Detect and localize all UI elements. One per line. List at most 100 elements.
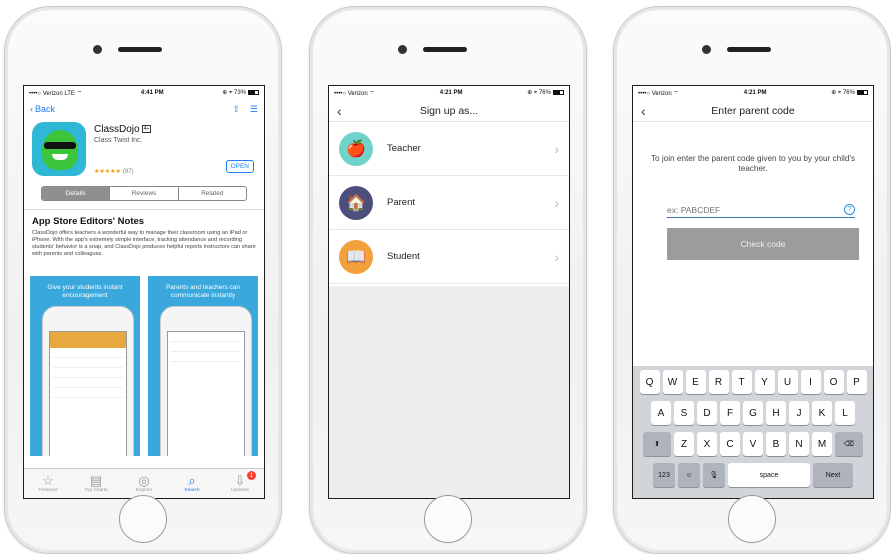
status-bar: ••••○ Verizon ⌔ 4:21 PM ⊕ ⌖ 76% — [329, 86, 569, 100]
emoji-key[interactable]: ☺ — [678, 463, 700, 487]
role-student[interactable]: 📖 Student › — [329, 230, 569, 284]
tab-explore[interactable]: ◎ Explore — [120, 469, 168, 498]
key[interactable]: H — [766, 401, 786, 425]
earpiece-speaker — [727, 47, 771, 52]
parent-code-input[interactable] — [667, 204, 827, 215]
status-bar: ••••○ Verizon ⌔ 4:21 PM ⊕ ⌖ 76% — [633, 86, 873, 100]
key[interactable]: F — [720, 401, 740, 425]
role-teacher[interactable]: 🍎 Teacher › — [329, 122, 569, 176]
detail-segmented-control: Details Reviews Related — [41, 186, 247, 201]
tab-reviews[interactable]: Reviews — [110, 187, 179, 200]
app-store-nav: ‹ Back ⇧ ☰ — [24, 100, 264, 118]
role-label: Teacher — [387, 143, 421, 154]
screenshot-caption: Give your students instant encouragement — [47, 284, 123, 299]
apple-icon: 🍎 — [339, 131, 373, 166]
key[interactable]: E — [685, 370, 706, 394]
screenshot-1[interactable]: Give your students instant encouragement — [30, 276, 140, 456]
key[interactable]: B — [766, 432, 786, 456]
compass-icon: ◎ — [138, 473, 150, 488]
key[interactable]: P — [846, 370, 867, 394]
status-time: 4:41 PM — [140, 90, 164, 96]
chevron-right-icon: › — [554, 194, 559, 211]
earpiece-speaker — [118, 47, 162, 52]
phone-parent-code: ••••○ Verizon ⌔ 4:21 PM ⊕ ⌖ 76% ‹ Enter … — [613, 6, 891, 554]
earpiece-speaker — [423, 47, 467, 52]
front-camera — [93, 45, 102, 54]
chevron-right-icon: › — [554, 248, 559, 265]
star-icon: ☆ — [42, 473, 54, 488]
key[interactable]: C — [720, 432, 740, 456]
key[interactable]: L — [835, 401, 855, 425]
key[interactable]: G — [743, 401, 763, 425]
parent-code-instructions: To join enter the parent code given to y… — [650, 154, 856, 173]
delete-key[interactable]: ⌫ — [835, 432, 863, 456]
tab-search[interactable]: ⌕ Search — [168, 469, 216, 498]
back-button[interactable]: ‹ Back — [30, 104, 55, 114]
key[interactable]: O — [823, 370, 844, 394]
screenshot-2[interactable]: Parents and teachers can communicate ins… — [148, 276, 258, 456]
numbers-key[interactable]: 123 — [653, 463, 675, 487]
back-chevron-icon[interactable]: ‹ — [337, 103, 342, 119]
key[interactable]: S — [674, 401, 694, 425]
key[interactable]: X — [697, 432, 717, 456]
editors-notes-title: App Store Editors' Notes — [32, 216, 145, 227]
key[interactable]: J — [789, 401, 809, 425]
microphone-key[interactable]: 🎙 — [703, 463, 725, 487]
phone-sign-up: ••••○ Verizon ⌔ 4:21 PM ⊕ ⌖ 76% ‹ Sign u… — [309, 6, 587, 554]
page-title: Enter parent code — [711, 104, 795, 117]
tab-top-charts[interactable]: ▤ Top Charts — [72, 469, 120, 498]
front-camera — [398, 45, 407, 54]
parent-code-screen: ••••○ Verizon ⌔ 4:21 PM ⊕ ⌖ 76% ‹ Enter … — [632, 85, 874, 499]
help-icon[interactable]: ? — [844, 204, 855, 215]
next-key[interactable]: Next — [813, 463, 853, 487]
home-button[interactable] — [424, 495, 472, 543]
key[interactable]: Z — [674, 432, 694, 456]
book-icon: 📖 — [339, 239, 373, 274]
key[interactable]: U — [777, 370, 798, 394]
role-label: Parent — [387, 197, 415, 208]
tab-updates[interactable]: ⇩ Updates 1 — [216, 469, 264, 498]
key[interactable]: Q — [639, 370, 660, 394]
status-time: 4:21 PM — [743, 90, 767, 96]
app-developer: Class Twist Inc. — [94, 137, 143, 144]
key[interactable]: M — [812, 432, 832, 456]
status-carrier: ••••○ Verizon ⌔ — [638, 91, 680, 97]
page-title: Sign up as... — [419, 104, 479, 117]
tab-related[interactable]: Related — [179, 187, 246, 200]
key[interactable]: V — [743, 432, 763, 456]
key[interactable]: R — [708, 370, 729, 394]
front-camera — [702, 45, 711, 54]
back-chevron-icon[interactable]: ‹ — [641, 103, 646, 119]
tab-details[interactable]: Details — [42, 187, 111, 200]
empty-area — [329, 286, 569, 498]
key[interactable]: K — [812, 401, 832, 425]
keyboard: Q W E R T Y U I O P A S D F G H J K L ⬆ … — [633, 366, 873, 498]
tab-bar: ☆ Featured ▤ Top Charts ◎ Explore ⌕ Search ⇩… — [24, 468, 264, 498]
key[interactable]: D — [697, 401, 717, 425]
star-rating: ★★★★★ (97) — [94, 169, 134, 175]
key[interactable]: Y — [754, 370, 775, 394]
check-code-button[interactable]: Check code — [667, 228, 859, 260]
sign-up-screen: ••••○ Verizon ⌔ 4:21 PM ⊕ ⌖ 76% ‹ Sign u… — [328, 85, 570, 499]
role-parent[interactable]: 🏠 Parent › — [329, 176, 569, 230]
updates-badge: 1 — [247, 471, 256, 480]
key[interactable]: A — [651, 401, 671, 425]
search-icon: ⌕ — [188, 473, 196, 488]
phone-app-store: ••••○ Verizon LTE ⌔ 4:41 PM ⊕ ⌖ 73% ‹ Bac… — [4, 6, 282, 554]
app-name: ClassDojo 4+ — [94, 124, 152, 135]
key[interactable]: T — [731, 370, 752, 394]
tab-featured[interactable]: ☆ Featured — [24, 469, 72, 498]
back-label: Back — [35, 104, 56, 114]
space-key[interactable]: space — [728, 463, 810, 487]
open-button[interactable]: OPEN — [225, 160, 254, 173]
share-icon[interactable]: ⇧ — [232, 104, 240, 115]
list-icon[interactable]: ☰ — [250, 104, 258, 115]
key[interactable]: W — [662, 370, 683, 394]
home-button[interactable] — [119, 495, 167, 543]
chevron-right-icon: › — [554, 140, 559, 157]
screenshot-gallery[interactable]: Give your students instant encouragement… — [24, 276, 264, 456]
key[interactable]: N — [789, 432, 809, 456]
shift-key[interactable]: ⬆ — [643, 432, 671, 456]
key[interactable]: I — [800, 370, 821, 394]
home-button[interactable] — [728, 495, 776, 543]
